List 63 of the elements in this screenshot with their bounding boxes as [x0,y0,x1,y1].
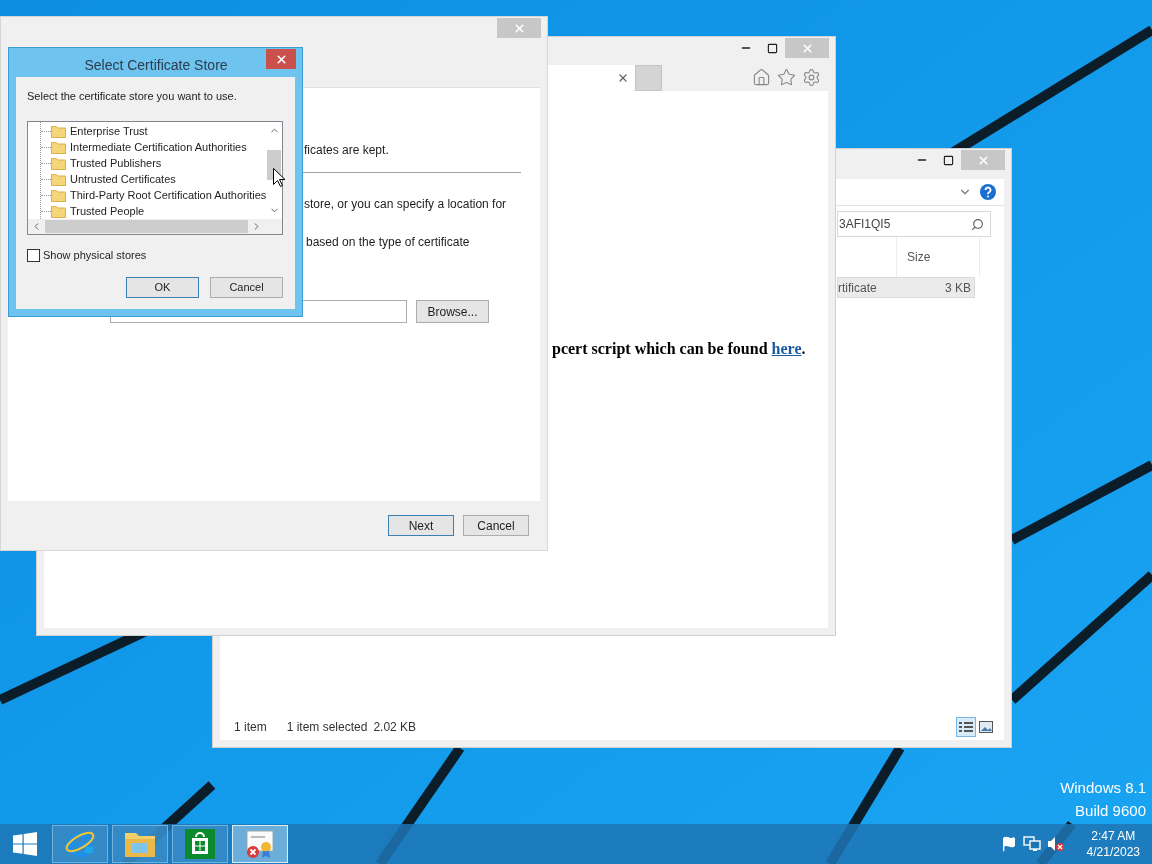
volume-muted-icon[interactable] [1046,836,1065,852]
close-icon [512,21,526,35]
dialog-title: Select Certificate Store [83,56,229,75]
wizard-text: ficates are kept. [304,143,390,157]
details-view-button[interactable] [956,717,976,737]
close-tab-icon[interactable] [617,72,629,84]
store-item[interactable]: Untrusted Certificates [70,172,176,186]
taskbar-app-button[interactable] [52,825,108,863]
store-item[interactable]: Enterprise Trust [70,124,148,138]
store-item[interactable]: Trusted Publishers [70,156,162,170]
page-paragraph: pcert script which can be found here. [552,339,807,360]
ok-button[interactable]: OK [126,276,199,298]
store-item[interactable]: Intermediate Certification Authorities [70,140,247,154]
maximize-icon [942,154,954,166]
image-icon [979,721,993,733]
scroll-right-icon [251,221,262,232]
checkbox-label: Show physical stores [43,248,147,263]
store-item[interactable]: Third-Party Root Certification Authorities [70,188,266,202]
cancel-button[interactable]: Cancel [210,276,283,298]
next-button[interactable]: Next [388,515,454,536]
dialog-prompt: Select the certificate store you want to use. [27,89,238,103]
file-type-cell-text: rtificate [838,279,877,297]
close-button[interactable] [266,49,296,69]
taskbar-app-button[interactable] [112,825,168,863]
file-size-cell-text: 3 KB [945,279,971,297]
folder-icon [51,124,66,138]
details-list-icon [959,721,973,733]
wizard-text: based on the type of certificate [306,235,470,249]
favorites-icon[interactable] [777,68,796,87]
item-count-label: 1 item [234,719,267,736]
settings-icon[interactable] [802,68,821,87]
certificate-icon [244,828,276,860]
maximize-icon [766,42,778,54]
search-icon[interactable] [971,217,984,231]
home-icon[interactable] [752,68,771,87]
store-icon [184,828,216,860]
folder-icon [51,156,66,170]
selection-label: 1 item selected [286,719,368,736]
search-field-text: 3AFI1QI5 [839,216,891,233]
taskbar-app-button[interactable] [172,825,228,863]
network-icon[interactable] [1022,836,1041,852]
help-icon[interactable] [980,184,996,200]
checkbox[interactable] [27,248,40,262]
selection-size-label: 2.02 KB [373,719,417,736]
file-row[interactable]: rtificate 3 KB [837,277,975,298]
build-label: Build 9600 [1075,801,1146,821]
clock[interactable]: 2:47 AM 4/21/2023 [1082,828,1144,860]
column-header[interactable]: Size [907,248,931,266]
folder-icon [51,172,66,186]
cancel-button[interactable]: Cancel [463,515,529,536]
folder-icon [51,140,66,154]
close-icon [800,41,814,55]
os-version-label: Windows 8.1 [1060,778,1146,798]
browse-button[interactable]: Browse... [416,300,489,323]
windows-logo-icon [13,832,37,856]
action-center-icon[interactable] [1000,836,1017,852]
folder-icon [51,188,66,202]
horizontal-scrollbar[interactable] [28,219,282,234]
store-item[interactable]: Trusted People [70,204,145,218]
here-link[interactable]: here [771,340,802,357]
wizard-text: store, or you can specify a location for [304,197,507,211]
close-icon [274,52,288,66]
close-icon [976,153,990,167]
